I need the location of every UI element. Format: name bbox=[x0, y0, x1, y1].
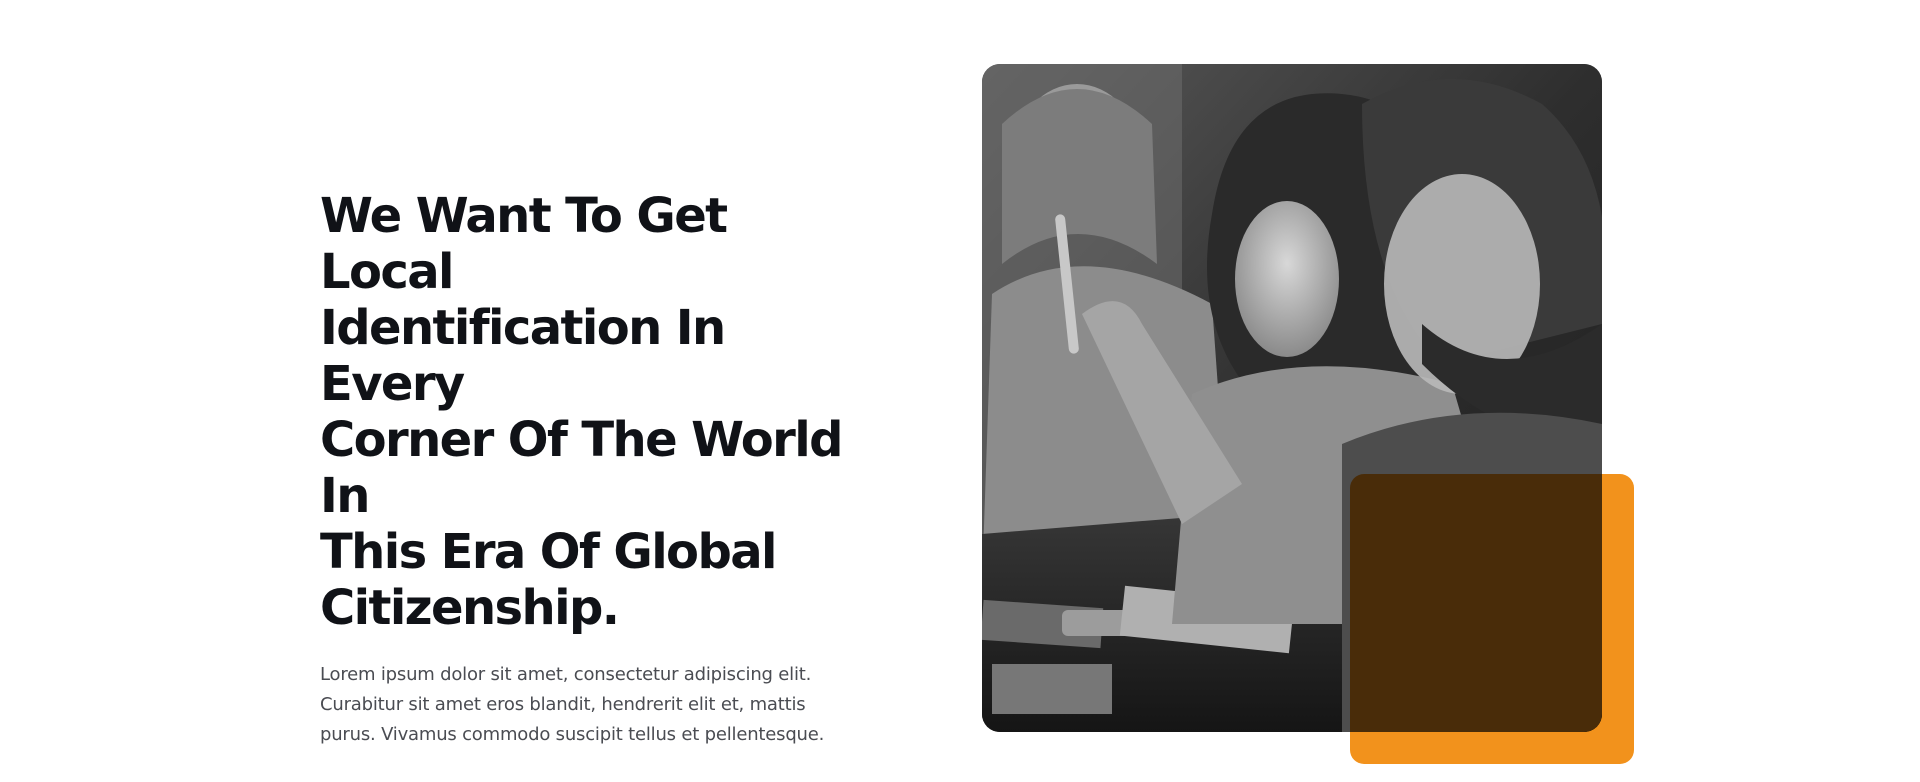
about-section: We Want To Get Local Identification In E… bbox=[0, 0, 1920, 782]
section-body-text: Lorem ipsum dolor sit amet, consectetur … bbox=[320, 664, 825, 745]
orange-accent-block bbox=[1350, 474, 1634, 764]
section-heading: We Want To Get Local Identification In E… bbox=[320, 188, 843, 636]
media-column bbox=[982, 64, 1638, 764]
text-column: We Want To Get Local Identification In E… bbox=[320, 188, 860, 750]
